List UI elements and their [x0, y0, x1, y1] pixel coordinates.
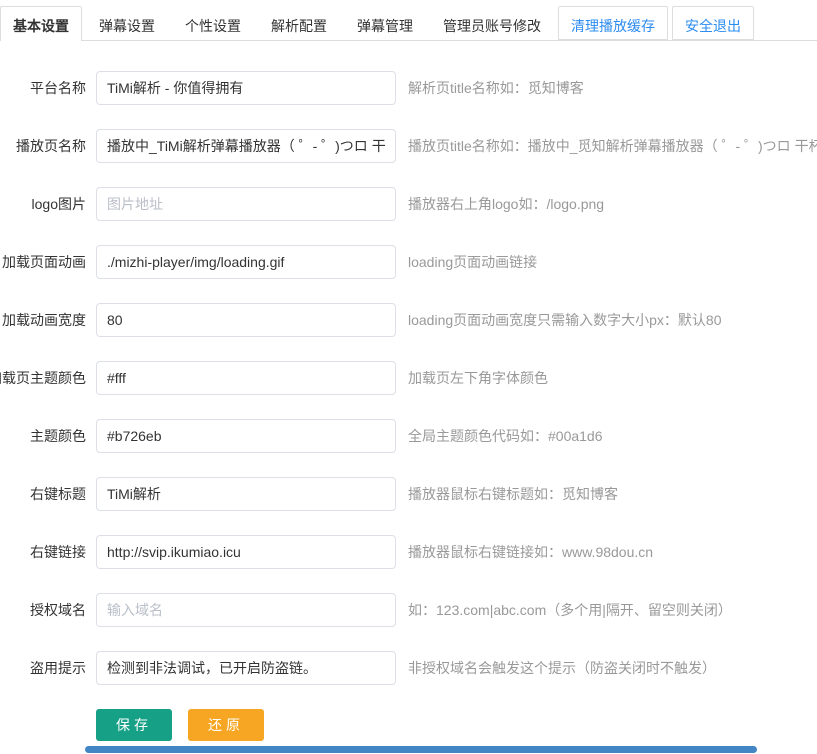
authorized-domains-input[interactable] — [96, 593, 396, 627]
tab-clear-play-cache[interactable]: 清理播放缓存 — [558, 6, 668, 40]
field-label: 加载页面动画 — [0, 252, 86, 272]
reset-button[interactable]: 还原 — [188, 709, 264, 741]
field-hint: 播放页title名称如：播放中_觅知解析弹幕播放器（ ゜- ゜)つロ 干杯~ — [408, 136, 817, 156]
field-hint: loading页面动画链接 — [408, 252, 537, 272]
field-label: 播放页名称 — [0, 136, 86, 156]
form-row-context-menu-title: 右键标题 播放器鼠标右键标题如：觅知博客 — [0, 477, 817, 511]
field-label: 右键链接 — [0, 542, 86, 562]
logo-image-input[interactable] — [96, 187, 396, 221]
form-row-player-page-title: 播放页名称 播放页title名称如：播放中_觅知解析弹幕播放器（ ゜- ゜)つロ… — [0, 129, 817, 163]
form-row-loading-width: 加载动画宽度 loading页面动画宽度只需输入数字大小px：默认80 — [0, 303, 817, 337]
player-page-title-input[interactable] — [96, 129, 396, 163]
tab-danmu-management[interactable]: 弹幕管理 — [344, 6, 426, 40]
tab-basic-settings[interactable]: 基本设置 — [0, 6, 82, 41]
field-hint: loading页面动画宽度只需输入数字大小px：默认80 — [408, 310, 722, 330]
field-label: 右键标题 — [0, 484, 86, 504]
form-row-theme-color: 主题颜色 全局主题颜色代码如：#00a1d6 — [0, 419, 817, 453]
field-hint: 解析页title名称如：觅知博客 — [408, 78, 584, 98]
field-label: 授权域名 — [0, 600, 86, 620]
anti-theft-message-input[interactable] — [96, 651, 396, 685]
field-label: 平台名称 — [0, 78, 86, 98]
tab-logout[interactable]: 安全退出 — [672, 6, 754, 40]
field-label: logo图片 — [0, 194, 86, 214]
field-hint: 播放器鼠标右键链接如：www.98dou.cn — [408, 542, 653, 562]
tab-personalization[interactable]: 个性设置 — [172, 6, 254, 40]
context-menu-title-input[interactable] — [96, 477, 396, 511]
form-row-logo-image: logo图片 播放器右上角logo如：/logo.png — [0, 187, 817, 221]
field-hint: 加载页左下角字体颜色 — [408, 368, 548, 388]
field-hint: 如：123.com|abc.com（多个用|隔开、留空则关闭） — [408, 600, 732, 620]
settings-form: 平台名称 解析页title名称如：觅知博客 播放页名称 播放页title名称如：… — [0, 41, 817, 741]
field-hint: 全局主题颜色代码如：#00a1d6 — [408, 426, 603, 446]
tab-danmu-settings[interactable]: 弹幕设置 — [86, 6, 168, 40]
save-button[interactable]: 保存 — [96, 709, 172, 741]
form-row-loading-text-color: 加载页主题颜色 加载页左下角字体颜色 — [0, 361, 817, 395]
tab-admin-account[interactable]: 管理员账号修改 — [430, 6, 554, 40]
form-row-loading-animation: 加载页面动画 loading页面动画链接 — [0, 245, 817, 279]
field-label: 主题颜色 — [0, 426, 86, 446]
form-row-authorized-domains: 授权域名 如：123.com|abc.com（多个用|隔开、留空则关闭） — [0, 593, 817, 627]
form-row-anti-theft-message: 盗用提示 非授权域名会触发这个提示（防盗关闭时不触发） — [0, 651, 817, 685]
button-row: 保存 还原 — [96, 709, 817, 741]
theme-color-input[interactable] — [96, 419, 396, 453]
field-hint: 非授权域名会触发这个提示（防盗关闭时不触发） — [408, 658, 716, 678]
loading-animation-input[interactable] — [96, 245, 396, 279]
context-menu-link-input[interactable] — [96, 535, 396, 569]
platform-name-input[interactable] — [96, 71, 396, 105]
field-hint: 播放器鼠标右键标题如：觅知博客 — [408, 484, 618, 504]
tab-bar: 基本设置 弹幕设置 个性设置 解析配置 弹幕管理 管理员账号修改 清理播放缓存 … — [0, 0, 817, 41]
horizontal-scrollbar[interactable] — [85, 746, 757, 753]
loading-text-color-input[interactable] — [96, 361, 396, 395]
form-row-context-menu-link: 右键链接 播放器鼠标右键链接如：www.98dou.cn — [0, 535, 817, 569]
field-label: 盗用提示 — [0, 658, 86, 678]
field-label: 加载页主题颜色 — [0, 368, 86, 388]
form-row-platform-name: 平台名称 解析页title名称如：觅知博客 — [0, 71, 817, 105]
field-label: 加载动画宽度 — [0, 310, 86, 330]
field-hint: 播放器右上角logo如：/logo.png — [408, 194, 604, 214]
tab-parse-config[interactable]: 解析配置 — [258, 6, 340, 40]
loading-width-input[interactable] — [96, 303, 396, 337]
